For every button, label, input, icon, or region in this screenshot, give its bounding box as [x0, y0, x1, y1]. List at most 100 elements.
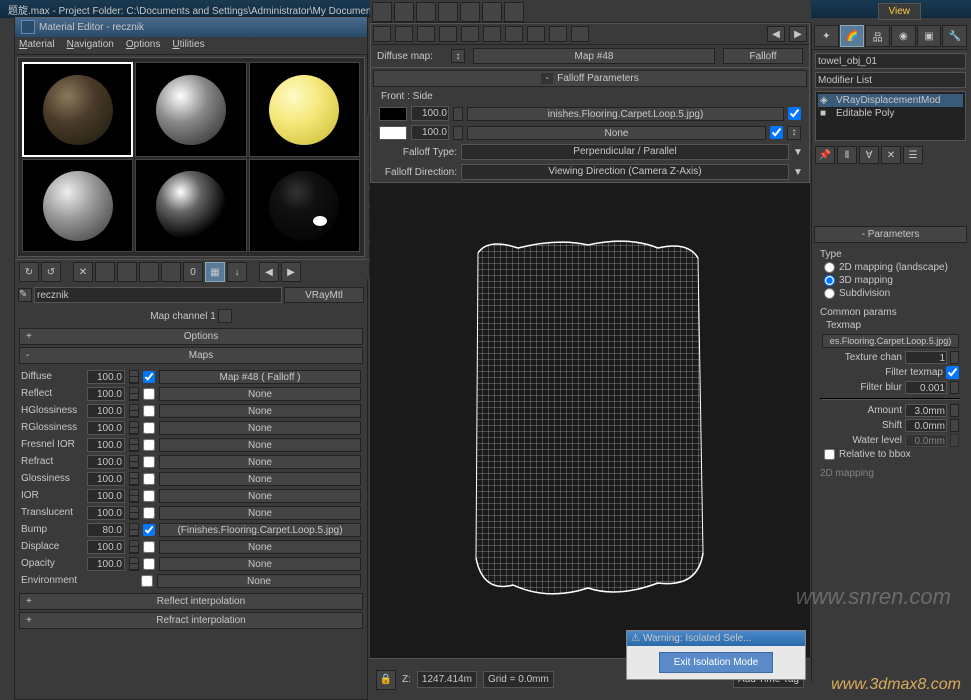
spinner-arrows[interactable]	[129, 421, 139, 435]
tool-btn[interactable]	[482, 2, 502, 22]
spinner-arrows[interactable]	[129, 489, 139, 503]
map-amount-spinner[interactable]: 100.0	[87, 370, 125, 384]
spinner-value[interactable]: 100.0	[411, 106, 449, 121]
mapping-radio[interactable]	[824, 275, 835, 286]
tool-btn[interactable]	[505, 26, 523, 42]
tool-btn[interactable]	[460, 2, 480, 22]
sample-slot-2[interactable]	[135, 62, 246, 157]
tool-btn[interactable]	[373, 26, 391, 42]
map-enable-checkbox[interactable]	[143, 371, 155, 383]
spinner-arrows[interactable]	[950, 351, 959, 364]
map-enable-checkbox[interactable]	[143, 490, 155, 502]
map-enable-checkbox[interactable]	[141, 575, 153, 587]
modifier-stack[interactable]: ◈VRayDisplacementMod■Editable Poly	[815, 91, 966, 141]
material-editor-titlebar[interactable]: Material Editor - recznik	[15, 17, 367, 37]
remove-mod-btn[interactable]: ✕	[881, 146, 901, 164]
map-slot-button[interactable]: None	[159, 387, 361, 401]
map-amount-spinner[interactable]: 100.0	[87, 421, 125, 435]
amount-spinner[interactable]: 3.0mm	[905, 404, 947, 417]
go-forward-btn[interactable]: ▶	[281, 262, 301, 282]
sample-slot-6[interactable]	[249, 159, 360, 252]
map-slot-button[interactable]: None	[159, 421, 361, 435]
map-type-button[interactable]: Falloff	[723, 48, 803, 64]
map-slot-button[interactable]: None	[159, 506, 361, 520]
map-enable-checkbox[interactable]	[788, 107, 801, 120]
spinner-arrows[interactable]	[129, 472, 139, 486]
get-material-btn[interactable]: ↻	[19, 262, 39, 282]
rollout-reflect-interp[interactable]: +Reflect interpolation	[19, 593, 363, 610]
spinner-arrows[interactable]	[129, 523, 139, 537]
pick-material-btn[interactable]: ✎	[18, 288, 32, 302]
map-enable-checkbox[interactable]	[143, 541, 155, 553]
map-slot-button[interactable]: (Finishes.Flooring.Carpet.Loop.5.jpg)	[159, 523, 361, 537]
sample-slot-3[interactable]	[249, 62, 360, 157]
filter-texmap-checkbox[interactable]	[946, 366, 959, 379]
modifier-list-dropdown[interactable]: Modifier List	[815, 72, 966, 88]
tool-btn[interactable]	[438, 2, 458, 22]
utilities-tab[interactable]: 🔧	[942, 25, 967, 47]
tool-btn[interactable]	[549, 26, 567, 42]
tool-btn[interactable]	[527, 26, 545, 42]
map-enable-checkbox[interactable]	[770, 126, 783, 139]
spinner-arrows[interactable]	[129, 387, 139, 401]
spinner-arrows[interactable]	[950, 404, 959, 417]
lock-btn[interactable]: 🔒	[376, 670, 396, 690]
map-amount-spinner[interactable]: 100.0	[87, 404, 125, 418]
map-enable-checkbox[interactable]	[143, 422, 155, 434]
falloff-type-dropdown[interactable]: Perpendicular / Parallel	[461, 144, 789, 160]
exit-isolation-button[interactable]: Exit Isolation Mode	[659, 652, 774, 673]
tool-btn[interactable]	[571, 26, 589, 42]
rel-bbox-checkbox[interactable]	[824, 449, 835, 460]
map-amount-spinner[interactable]: 100.0	[87, 489, 125, 503]
create-tab[interactable]: ✦	[814, 25, 839, 47]
show-map-btn[interactable]: ▦	[205, 262, 225, 282]
map-amount-spinner[interactable]: 100.0	[87, 557, 125, 571]
map-amount-spinner[interactable]: 80.0	[87, 523, 125, 537]
map-channel-spinner[interactable]	[218, 309, 232, 323]
tool-btn[interactable]	[504, 2, 524, 22]
z-coord-field[interactable]: 1247.414m	[417, 671, 477, 688]
texmap-button[interactable]: es.Flooring.Carpet.Loop.5.jpg)	[822, 334, 959, 348]
map-slot-button[interactable]: None	[159, 489, 361, 503]
material-type-button[interactable]: VRayMtl	[284, 287, 364, 303]
map-slot-button[interactable]: None	[159, 404, 361, 418]
spinner-arrows[interactable]	[453, 107, 463, 121]
map-enable-checkbox[interactable]	[143, 439, 155, 451]
go-sibling-btn[interactable]: ▶	[789, 26, 807, 42]
show-end-result-btn[interactable]: Ⅱ	[837, 146, 857, 164]
spinner-arrows[interactable]	[453, 126, 463, 140]
map-slot-button[interactable]: None	[159, 472, 361, 486]
map-enable-checkbox[interactable]	[143, 405, 155, 417]
tool-btn[interactable]	[461, 26, 479, 42]
spinner-value[interactable]: 100.0	[411, 125, 449, 140]
spinner-arrows[interactable]	[129, 455, 139, 469]
swap-colors-btn[interactable]: ↕	[787, 126, 801, 140]
spinner-arrows[interactable]	[129, 506, 139, 520]
object-name-field[interactable]: towel_obj_01	[815, 53, 966, 69]
color-swatch-black[interactable]	[379, 107, 407, 121]
tool-btn[interactable]	[394, 2, 414, 22]
tool-btn[interactable]	[417, 26, 435, 42]
rollout-options[interactable]: +Options	[19, 328, 363, 345]
tool-btn[interactable]	[372, 2, 392, 22]
mapping-radio[interactable]	[824, 262, 835, 273]
configure-sets-btn[interactable]: ☰	[903, 146, 923, 164]
rollout-maps[interactable]: -Maps	[19, 347, 363, 364]
falloff-params-header[interactable]: -Falloff Parameters	[373, 70, 807, 87]
put-to-scene-btn[interactable]: ↺	[41, 262, 61, 282]
map-amount-spinner[interactable]: 100.0	[87, 455, 125, 469]
reset-map-btn[interactable]	[95, 262, 115, 282]
sample-slot-1[interactable]	[22, 62, 133, 157]
modify-tab[interactable]: 🌈	[840, 25, 865, 47]
hierarchy-tab[interactable]: 品	[865, 25, 890, 47]
map-enable-checkbox[interactable]	[143, 388, 155, 400]
visibility-icon[interactable]: ◈	[820, 95, 832, 106]
map-slot-button[interactable]: None	[159, 455, 361, 469]
map-slot-button[interactable]: None	[159, 540, 361, 554]
motion-tab[interactable]: ◉	[891, 25, 916, 47]
tool-btn[interactable]	[439, 26, 457, 42]
pin-stack-btn[interactable]: 📌	[815, 146, 835, 164]
mat-id-btn[interactable]: 0	[183, 262, 203, 282]
tool-btn[interactable]	[483, 26, 501, 42]
material-name-input[interactable]	[34, 287, 282, 303]
